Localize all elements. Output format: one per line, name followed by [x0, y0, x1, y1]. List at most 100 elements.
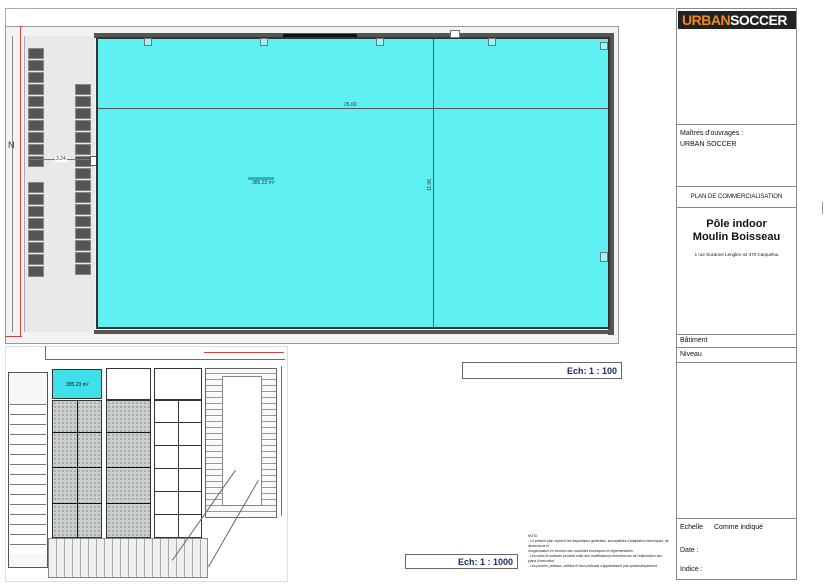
parking-space [28, 132, 44, 143]
logo-part-1: URBAN [682, 12, 731, 28]
parking-space [28, 194, 44, 205]
owner-label: Maîtres d'ouvrages : [680, 130, 744, 137]
parking-space [75, 252, 91, 263]
echelle-label: Echelle [680, 524, 703, 531]
sheet-left-line [5, 8, 6, 26]
title-block-divider [676, 347, 797, 348]
parking-space [75, 156, 91, 167]
field-height-label: 11.06 [427, 178, 434, 192]
title-block [676, 8, 797, 580]
scale-label-site: Ech: 1 : 1000 [405, 554, 518, 569]
edge-mark [822, 202, 828, 214]
batiment-label: Bâtiment [680, 337, 708, 344]
parking-space [28, 60, 44, 71]
parking-space [75, 192, 91, 203]
date-label: Date : [680, 547, 699, 554]
parking-space [28, 72, 44, 83]
parking-space [75, 120, 91, 131]
padel-courts [154, 400, 202, 538]
notes-line: - Le présent plan reprend les dispositio… [528, 539, 669, 548]
parking-space [28, 182, 44, 193]
parking-space [75, 204, 91, 215]
column-marker [260, 38, 268, 46]
field-width-dimension [98, 108, 608, 109]
parking-column [75, 84, 93, 284]
parking-space [75, 228, 91, 239]
parking-space [28, 230, 44, 241]
field-center-line [433, 39, 434, 327]
parking-space [75, 132, 91, 143]
parking-space [28, 206, 44, 217]
echelle-value: Comme indiqué [714, 524, 764, 531]
parking-space [28, 266, 44, 277]
parking-space [28, 96, 44, 107]
property-line [5, 336, 22, 337]
parking-space [75, 240, 91, 251]
notes-line: - Les poutres, poteaux, soffites et faux… [528, 564, 658, 568]
brand-logo: URBANSOCCER [678, 11, 796, 29]
parking-lot-aisle [222, 376, 262, 506]
north-arrow-icon: N [8, 140, 15, 150]
parking-space [28, 108, 44, 119]
column-marker [600, 252, 608, 262]
indice-label: Indice : [680, 566, 703, 573]
area-label: 385.23 m² [252, 180, 275, 186]
column-marker [144, 38, 152, 46]
title-block-divider [676, 207, 797, 208]
project-address: 1 rue Suzanne Lenglen 44 470 Carquefou [694, 252, 779, 257]
parking-space [28, 218, 44, 229]
property-line [20, 26, 21, 336]
parking-space [28, 120, 44, 131]
court [154, 368, 202, 400]
side-dimension-label: 3.24 [55, 156, 67, 162]
parking-space [75, 144, 91, 155]
parking-space [28, 242, 44, 253]
column-marker [488, 38, 496, 46]
court-divider [106, 467, 151, 468]
parking-space [75, 84, 91, 95]
parking-space [75, 180, 91, 191]
parking-space [75, 108, 91, 119]
parking-column [28, 48, 46, 288]
property-line [20, 26, 23, 27]
court [106, 400, 151, 538]
corridor-wall [12, 36, 13, 332]
parking-space [28, 84, 44, 95]
site-boundary [281, 366, 282, 516]
notes-line: - Les cotes et surfaces peuvent subir de… [528, 554, 663, 563]
plan-type: PLAN DE COMMERCIALISATION [690, 194, 783, 200]
parking-space [28, 144, 44, 155]
scale-label-main: Ech: 1 : 100 [462, 362, 622, 379]
owner-value: URBAN SOCCER [680, 141, 737, 148]
court [106, 368, 151, 400]
parking-space [75, 96, 91, 107]
parking-space [28, 48, 44, 59]
title-block-divider [676, 334, 797, 335]
column-marker [450, 30, 460, 38]
parking-space [28, 254, 44, 265]
field-width-label: 25.60 [344, 102, 357, 108]
court-divider [106, 432, 151, 433]
site-boundary [204, 352, 284, 353]
wall-bottom [94, 330, 614, 334]
project-title-line-2: Moulin Boisseau [692, 231, 781, 243]
title-block-divider [676, 518, 797, 519]
parking-space [75, 168, 91, 179]
notes-block: NOTA - Le présent plan reprend les dispo… [528, 534, 670, 569]
site-boundary [45, 359, 285, 360]
building-left-grid [10, 404, 46, 554]
site-area-label: 385.23 m² [66, 382, 89, 388]
title-block-divider [676, 124, 797, 125]
parking-space [28, 156, 44, 167]
niveau-label: Niveau [680, 351, 702, 358]
logo-part-2: SOCCER [730, 12, 787, 28]
site-boundary [45, 346, 46, 360]
column-marker [600, 42, 608, 50]
project-title-line-1: Pôle indoor [706, 218, 767, 230]
court-divider [106, 503, 151, 504]
title-block-divider [676, 186, 797, 187]
court-divider [77, 400, 78, 538]
title-block-divider [676, 362, 797, 363]
parking-space [75, 264, 91, 275]
parking-space [75, 216, 91, 227]
